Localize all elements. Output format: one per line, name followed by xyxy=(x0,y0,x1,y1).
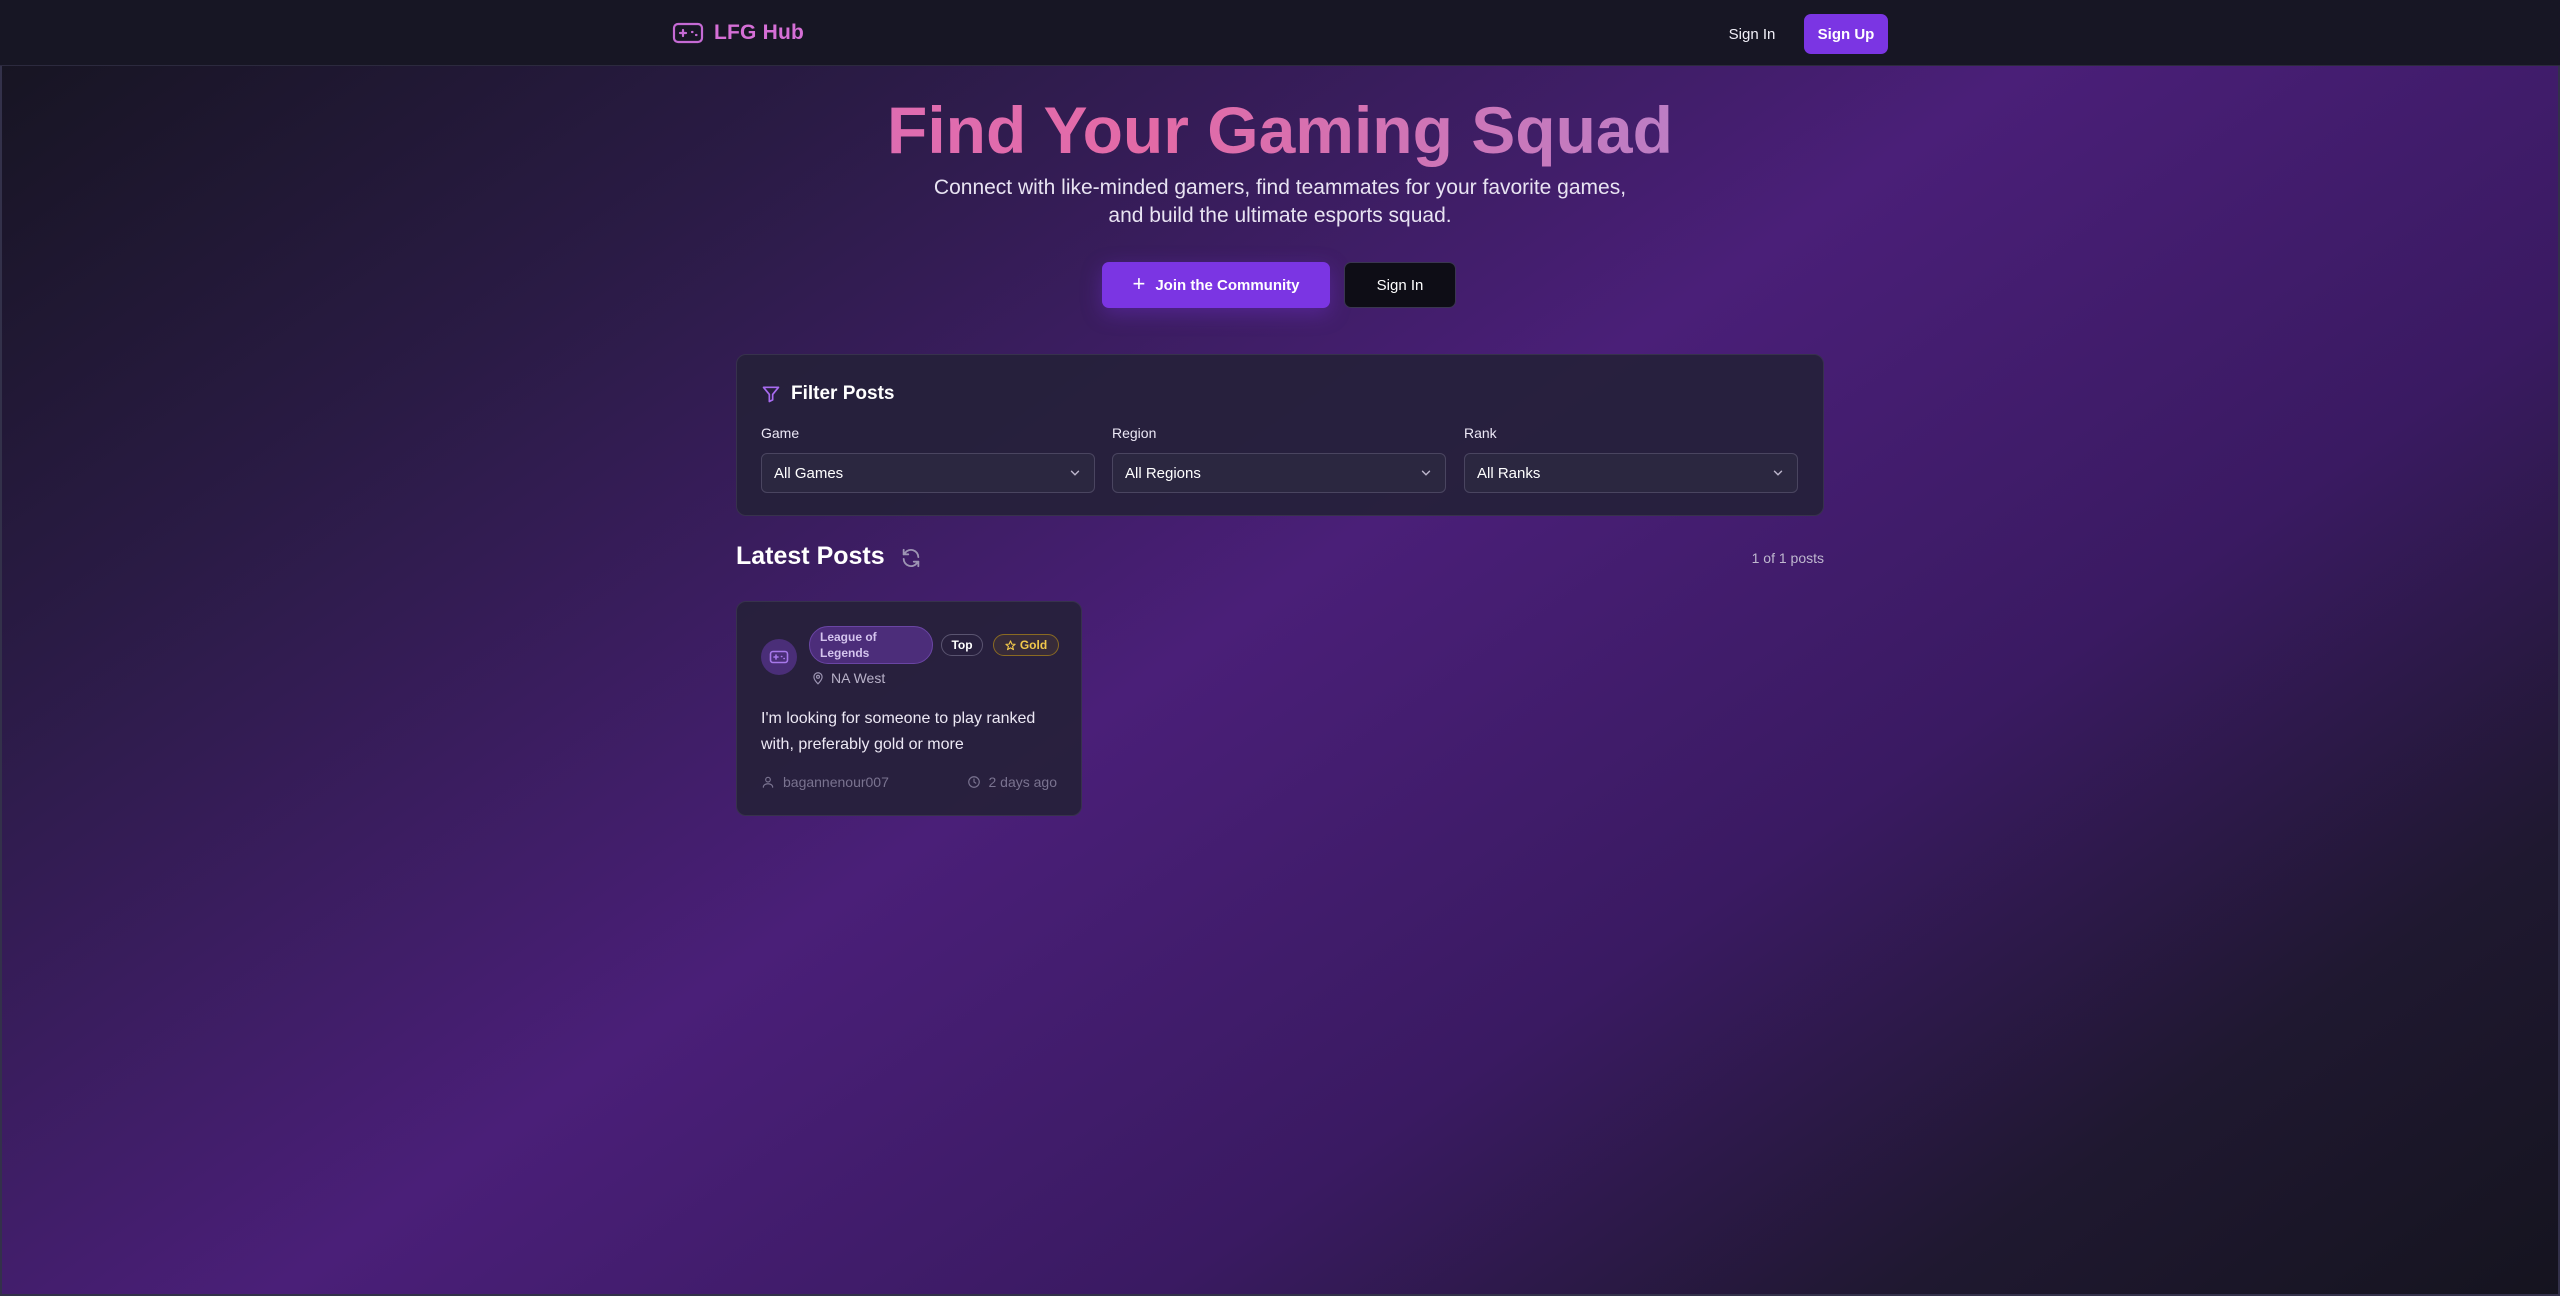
rank-select-value: All Ranks xyxy=(1477,464,1541,482)
brand-link[interactable]: LFG Hub xyxy=(672,18,804,48)
nav-sign-up-button[interactable]: Sign Up xyxy=(1804,14,1888,54)
chevron-down-icon xyxy=(1070,470,1080,476)
gamepad-icon xyxy=(769,650,789,664)
post-region: NA West xyxy=(811,670,885,686)
join-community-button[interactable]: + Join the Community xyxy=(1102,262,1330,308)
latest-posts-title: Latest Posts xyxy=(736,542,885,570)
rank-select[interactable]: All Ranks xyxy=(1464,453,1798,493)
gamepad-icon xyxy=(672,22,704,44)
clock-icon xyxy=(967,776,980,788)
join-community-label: Join the Community xyxy=(1155,276,1300,294)
filter-icon xyxy=(762,386,780,403)
post-author: bagannenour007 xyxy=(761,774,889,790)
region-filter-label: Region xyxy=(1112,425,1157,441)
chevron-down-icon xyxy=(1421,470,1431,476)
hero-subtitle: Connect with like-minded gamers, find te… xyxy=(933,176,1627,227)
brand-name: LFG Hub xyxy=(714,21,805,44)
nav-sign-in-button[interactable]: Sign In xyxy=(1716,16,1788,52)
post-card[interactable]: League of Legends Top Gold NA West I'm l… xyxy=(736,601,1082,816)
game-badge: League of Legends xyxy=(809,626,933,664)
filter-panel: Filter Posts Game All Games Region All R… xyxy=(736,354,1824,516)
chevron-down-icon xyxy=(1773,470,1783,476)
user-icon xyxy=(762,776,774,788)
rank-filter-label: Rank xyxy=(1464,425,1497,441)
role-badge: Top xyxy=(941,634,983,656)
top-navbar: LFG Hub Sign In Sign Up xyxy=(0,0,2560,66)
hero-sign-in-button[interactable]: Sign In xyxy=(1344,262,1456,308)
refresh-icon[interactable] xyxy=(900,547,922,569)
filter-title: Filter Posts xyxy=(791,383,895,404)
post-time-label: 2 days ago xyxy=(988,774,1058,790)
rank-badge-label: Gold xyxy=(1019,638,1048,652)
post-body: I'm looking for someone to play ranked w… xyxy=(761,710,1036,753)
game-filter: Game All Games xyxy=(761,425,1095,493)
filter-header: Filter Posts xyxy=(761,383,894,405)
map-pin-icon xyxy=(813,672,823,685)
region-select-value: All Regions xyxy=(1125,464,1201,482)
game-filter-label: Game xyxy=(761,425,800,441)
post-time: 2 days ago xyxy=(967,774,1058,790)
star-icon xyxy=(1005,639,1016,650)
game-select-value: All Games xyxy=(774,464,844,482)
plus-icon: + xyxy=(1132,271,1146,296)
hero-title: Find Your Gaming Squad xyxy=(0,90,2560,170)
post-region-label: NA West xyxy=(831,670,886,686)
post-count: 1 of 1 posts xyxy=(1751,550,1824,566)
game-avatar xyxy=(761,639,797,675)
region-select[interactable]: All Regions xyxy=(1112,453,1446,493)
post-author-name: bagannenour007 xyxy=(783,774,889,790)
rank-filter: Rank All Ranks xyxy=(1464,425,1798,493)
region-filter: Region All Regions xyxy=(1112,425,1446,493)
rank-badge: Gold xyxy=(993,634,1059,656)
game-select[interactable]: All Games xyxy=(761,453,1095,493)
